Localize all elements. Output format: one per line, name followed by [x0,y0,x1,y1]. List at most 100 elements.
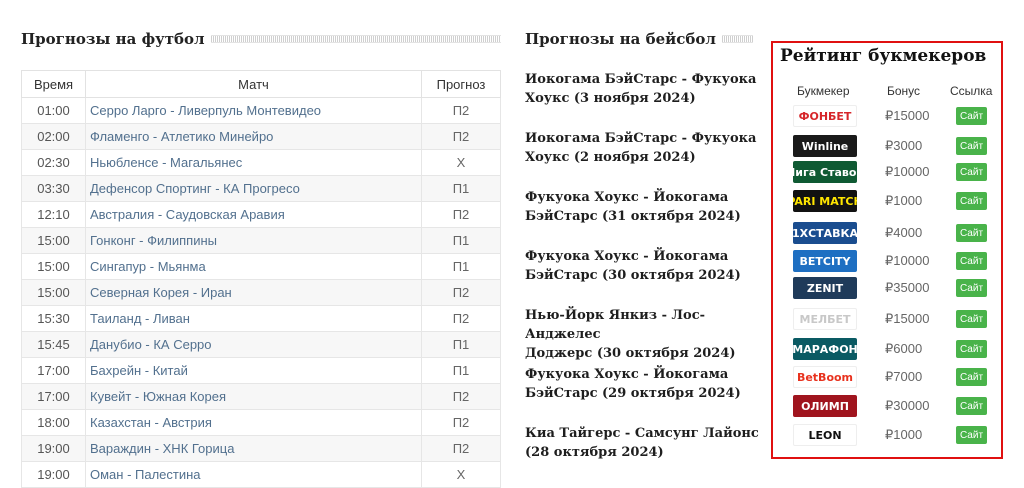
baseball-prediction-link[interactable]: Иокогама БэйСтарс - Фукуока Хоукс (2 нояб… [525,129,765,188]
bookmaker-row: ОЛИМП ₽30000 Сайт [773,393,1001,419]
bookmaker-logo[interactable]: BETCITY [793,250,857,272]
bookmaker-row: МАРАФОН ₽6000 Сайт [773,336,1001,362]
bookmaker-logo[interactable]: ОЛИМП [793,395,857,417]
bookmaker-logo[interactable]: МЕЛБЕТ [793,308,857,330]
match-time: 03:30 [21,175,86,202]
table-row: 15:00 Гонконг - Филиппины П1 [21,227,501,254]
bookmaker-logo[interactable]: Winline [793,135,857,157]
table-row: 15:00 Сингапур - Мьянма П1 [21,253,501,280]
bookmaker-logo[interactable]: ZENIT [793,277,857,299]
site-button[interactable]: Сайт [956,252,987,270]
bookmaker-row: ZENIT ₽35000 Сайт [773,275,1001,301]
match-link[interactable]: Дефенсор Спортинг - КА Прогресо [85,175,422,202]
site-button[interactable]: Сайт [956,224,987,242]
bookmaker-bonus: ₽15000 [885,311,930,326]
site-button[interactable]: Сайт [956,340,987,358]
bookmaker-rating-widget: Рейтинг букмекеров Букмекер Бонус Ссылка… [771,41,1003,459]
bookmaker-row: Winline ₽3000 Сайт [773,133,1001,159]
baseball-item-line1: Иокогама БэйСтарс - Фукуока [525,72,757,87]
match-prediction: П2 [421,97,501,124]
match-prediction: П1 [421,175,501,202]
table-row: 15:30 Таиланд - Ливан П2 [21,305,501,332]
site-button[interactable]: Сайт [956,397,987,415]
match-prediction: П1 [421,253,501,280]
match-link[interactable]: Ньюбленсе - Магальянес [85,149,422,176]
baseball-prediction-link[interactable]: Фукуока Хоукс - Йокогама БэйСтарс (31 окт… [525,188,765,247]
baseball-item-line2: БэйСтарс (30 октября 2024) [525,268,741,283]
match-link[interactable]: Серро Ларго - Ливерпуль Монтевидео [85,97,422,124]
match-time: 17:00 [21,357,86,384]
bookmaker-bonus: ₽35000 [885,280,930,295]
bookmaker-row: BETCITY ₽10000 Сайт [773,248,1001,274]
match-link[interactable]: Бахрейн - Китай [85,357,422,384]
match-link[interactable]: Сингапур - Мьянма [85,253,422,280]
baseball-predictions-list: Иокогама БэйСтарс - Фукуока Хоукс (3 нояб… [525,70,765,483]
table-row: 17:00 Кувейт - Южная Корея П2 [21,383,501,410]
baseball-prediction-link[interactable]: Фукуока Хоукс - Йокогама БэйСтарс (30 окт… [525,247,765,306]
bookmaker-logo[interactable]: ФОНБЕТ [793,105,857,127]
site-button[interactable]: Сайт [956,163,987,181]
title-divider [721,35,753,43]
match-time: 18:00 [21,409,86,436]
match-link[interactable]: Фламенго - Атлетико Минейро [85,123,422,150]
baseball-prediction-link[interactable]: Иокогама БэйСтарс - Фукуока Хоукс (3 нояб… [525,70,765,129]
bookmaker-row: Лига Ставок ₽10000 Сайт [773,159,1001,185]
baseball-prediction-link[interactable]: Фукуока Хоукс - Йокогама БэйСтарс (29 окт… [525,365,765,424]
match-time: 19:00 [21,435,86,462]
bookmaker-bonus: ₽1000 [885,427,923,442]
bookmaker-logo[interactable]: Лига Ставок [793,161,857,183]
bookmaker-logo[interactable]: LEON [793,424,857,446]
table-row: 12:10 Австралия - Саудовская Аравия П2 [21,201,501,228]
baseball-prediction-link[interactable]: Нью-Йорк Янкиз - Лос-Анджелес Доджерс (30… [525,306,765,365]
bookmaker-bonus: ₽7000 [885,369,923,384]
match-time: 15:30 [21,305,86,332]
bookmaker-bonus: ₽1000 [885,193,923,208]
match-link[interactable]: Северная Корея - Иран [85,279,422,306]
baseball-title-text: Прогнозы на бейсбол [525,30,716,48]
site-button[interactable]: Сайт [956,368,987,386]
site-button[interactable]: Сайт [956,192,987,210]
table-row: 19:00 Вараждин - ХНК Горица П2 [21,435,501,462]
baseball-item-line2: (28 октября 2024) [525,445,664,460]
table-row: 19:00 Оман - Палестина Х [21,461,501,488]
match-link[interactable]: Кувейт - Южная Корея [85,383,422,410]
bookmaker-column-header: Букмекер [797,84,850,98]
match-time: 02:00 [21,123,86,150]
match-prediction: П2 [421,383,501,410]
baseball-prediction-link[interactable]: Киа Тайгерс - Самсунг Лайонс (28 октября … [525,424,765,483]
bookmaker-logo[interactable]: PARI MATCH [793,190,857,212]
match-link[interactable]: Таиланд - Ливан [85,305,422,332]
match-link[interactable]: Австралия - Саудовская Аравия [85,201,422,228]
bookmaker-logo[interactable]: 1XСТАВКА [793,222,857,244]
match-time: 12:10 [21,201,86,228]
match-prediction: Х [421,149,501,176]
site-button[interactable]: Сайт [956,107,987,125]
site-button[interactable]: Сайт [956,279,987,297]
site-button[interactable]: Сайт [956,426,987,444]
time-column-header: Время [21,70,86,98]
bookmaker-logo[interactable]: BetBoom [793,366,857,388]
baseball-item-line1: Фукуока Хоукс - Йокогама [525,190,729,205]
match-link[interactable]: Вараждин - ХНК Горица [85,435,422,462]
football-section-title: Прогнозы на футбол [21,30,501,48]
match-prediction: П2 [421,435,501,462]
site-button[interactable]: Сайт [956,137,987,155]
match-prediction: П1 [421,227,501,254]
site-button[interactable]: Сайт [956,310,987,328]
bookmaker-bonus: ₽10000 [885,253,930,268]
baseball-item-line2: БэйСтарс (31 октября 2024) [525,209,741,224]
baseball-item-line1: Киа Тайгерс - Самсунг Лайонс [525,426,759,441]
match-time: 15:00 [21,227,86,254]
match-time: 15:00 [21,279,86,306]
match-prediction: П2 [421,201,501,228]
match-link[interactable]: Оман - Палестина [85,461,422,488]
bookmaker-bonus: ₽4000 [885,225,923,240]
match-prediction: П2 [421,123,501,150]
match-link[interactable]: Данубио - КА Серро [85,331,422,358]
bookmaker-row: 1XСТАВКА ₽4000 Сайт [773,220,1001,246]
link-column-header: Ссылка [950,84,993,98]
baseball-item-line2: Хоукс (2 ноября 2024) [525,150,696,165]
match-link[interactable]: Гонконг - Филиппины [85,227,422,254]
match-link[interactable]: Казахстан - Австрия [85,409,422,436]
bookmaker-logo[interactable]: МАРАФОН [793,338,857,360]
